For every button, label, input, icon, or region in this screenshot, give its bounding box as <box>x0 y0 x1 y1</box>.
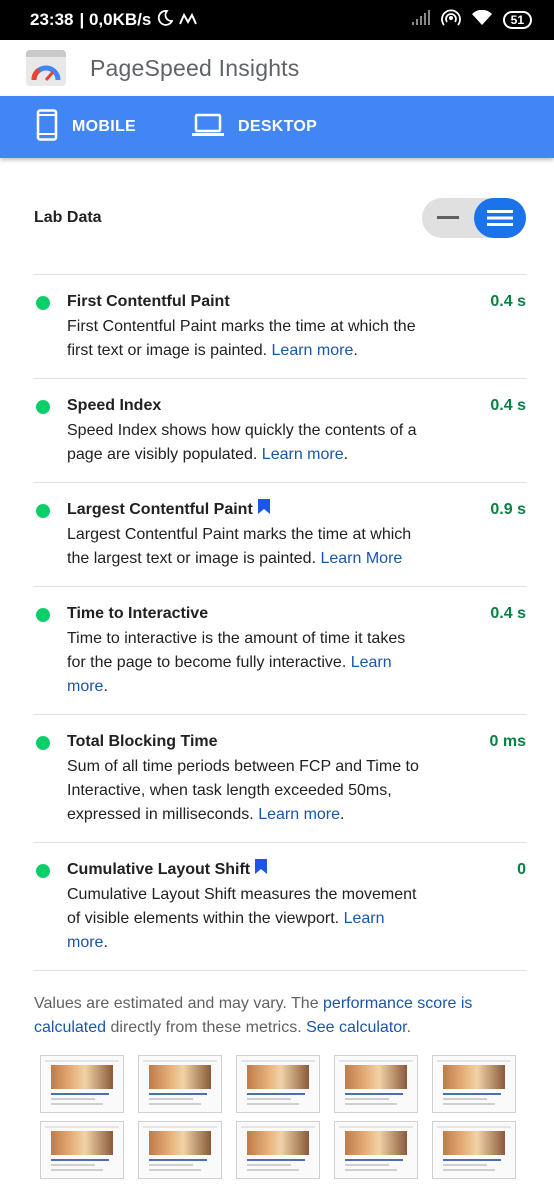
metric-value: 0.4 s <box>490 293 526 310</box>
metric-largest-contentful-paint: Largest Contentful Paint 0.9 s Largest C… <box>34 483 526 587</box>
metric-speed-index: Speed Index 0.4 s Speed Index shows how … <box>34 379 526 483</box>
filmstrip-thumbnail <box>40 1121 124 1179</box>
metric-total-blocking-time: Total Blocking Time 0 ms Sum of all time… <box>34 715 526 843</box>
metric-value: 0.4 s <box>490 397 526 414</box>
metric-value: 0 <box>517 861 526 878</box>
hotspot-icon <box>440 9 461 32</box>
clock: 23:38 <box>30 10 74 29</box>
metric-description: Speed Index shows how quickly the conten… <box>67 422 417 463</box>
lab-data-title: Lab Data <box>34 209 102 226</box>
app-header: PageSpeed Insights <box>0 40 554 96</box>
see-calculator-link[interactable]: See calculator <box>306 1019 407 1036</box>
tab-mobile-label: MOBILE <box>72 118 137 135</box>
learn-more-link[interactable]: Learn more <box>262 446 344 463</box>
metric-description: Cumulative Layout Shift measures the mov… <box>67 886 417 951</box>
metric-description: Largest Contentful Paint marks the time … <box>67 526 412 567</box>
filmstrip-thumbnail <box>236 1121 320 1179</box>
battery-icon: 51 <box>502 11 532 29</box>
metric-title: Total Blocking Time <box>67 733 218 750</box>
device-tabs: MOBILE DESKTOP <box>0 96 554 158</box>
metric-first-contentful-paint: First Contentful Paint 0.4 s First Conte… <box>34 275 526 379</box>
pass-indicator-icon <box>36 400 50 414</box>
pagespeed-gauge-icon <box>26 50 66 86</box>
metric-description: First Contentful Paint marks the time at… <box>67 318 416 359</box>
filmstrip-thumbnail <box>432 1055 516 1113</box>
filmstrip <box>40 1055 520 1179</box>
metric-description: Time to interactive is the amount of tim… <box>67 630 406 695</box>
signal-icon <box>411 9 431 31</box>
pass-indicator-icon <box>36 296 50 310</box>
moon-icon <box>157 9 174 31</box>
metric-title: First Contentful Paint <box>67 293 230 310</box>
filmstrip-thumbnail <box>334 1055 418 1113</box>
metrics-list: First Contentful Paint 0.4 s First Conte… <box>34 274 526 971</box>
wifi-icon <box>471 9 493 31</box>
expanded-view-icon[interactable] <box>474 198 526 238</box>
pass-indicator-icon <box>36 736 50 750</box>
metric-value: 0.4 s <box>490 605 526 622</box>
network-speed: | 0,0KB/s <box>79 10 152 29</box>
tab-mobile[interactable]: MOBILE <box>36 108 137 146</box>
m-icon <box>179 10 198 30</box>
web-vital-bookmark-icon <box>257 499 270 521</box>
laptop-icon <box>192 113 238 142</box>
phone-icon <box>36 108 72 146</box>
filmstrip-thumbnail <box>236 1055 320 1113</box>
filmstrip-thumbnail <box>138 1121 222 1179</box>
status-bar: 23:38 | 0,0KB/s 51 <box>0 0 554 40</box>
filmstrip-thumbnail <box>432 1121 516 1179</box>
metric-description: Sum of all time periods between FCP and … <box>67 758 419 823</box>
metric-time-to-interactive: Time to Interactive 0.4 s Time to intera… <box>34 587 526 715</box>
learn-more-link[interactable]: Learn more <box>272 342 354 359</box>
filmstrip-thumbnail <box>138 1055 222 1113</box>
filmstrip-thumbnail <box>40 1055 124 1113</box>
tab-desktop[interactable]: DESKTOP <box>192 113 317 142</box>
estimate-note: Values are estimated and may vary. The p… <box>34 995 473 1036</box>
web-vital-bookmark-icon <box>255 859 268 881</box>
metric-cumulative-layout-shift: Cumulative Layout Shift 0 Cumulative Lay… <box>34 843 526 971</box>
metric-value: 0 ms <box>489 733 526 750</box>
view-toggle[interactable] <box>422 198 526 238</box>
metric-title: Cumulative Layout Shift <box>67 859 526 881</box>
app-title: PageSpeed Insights <box>90 54 300 81</box>
lab-data-header: Lab Data <box>34 198 526 238</box>
collapsed-view-icon[interactable] <box>422 198 474 238</box>
metric-value: 0.9 s <box>490 501 526 518</box>
pass-indicator-icon <box>36 864 50 878</box>
learn-more-link[interactable]: Learn More <box>320 550 402 567</box>
pass-indicator-icon <box>36 504 50 518</box>
filmstrip-thumbnail <box>334 1121 418 1179</box>
tab-desktop-label: DESKTOP <box>238 118 318 135</box>
pass-indicator-icon <box>36 608 50 622</box>
metric-title: Largest Contentful Paint <box>67 499 526 521</box>
learn-more-link[interactable]: Learn more <box>258 806 340 823</box>
metric-title: Time to Interactive <box>67 605 209 622</box>
metric-title: Speed Index <box>67 397 162 414</box>
